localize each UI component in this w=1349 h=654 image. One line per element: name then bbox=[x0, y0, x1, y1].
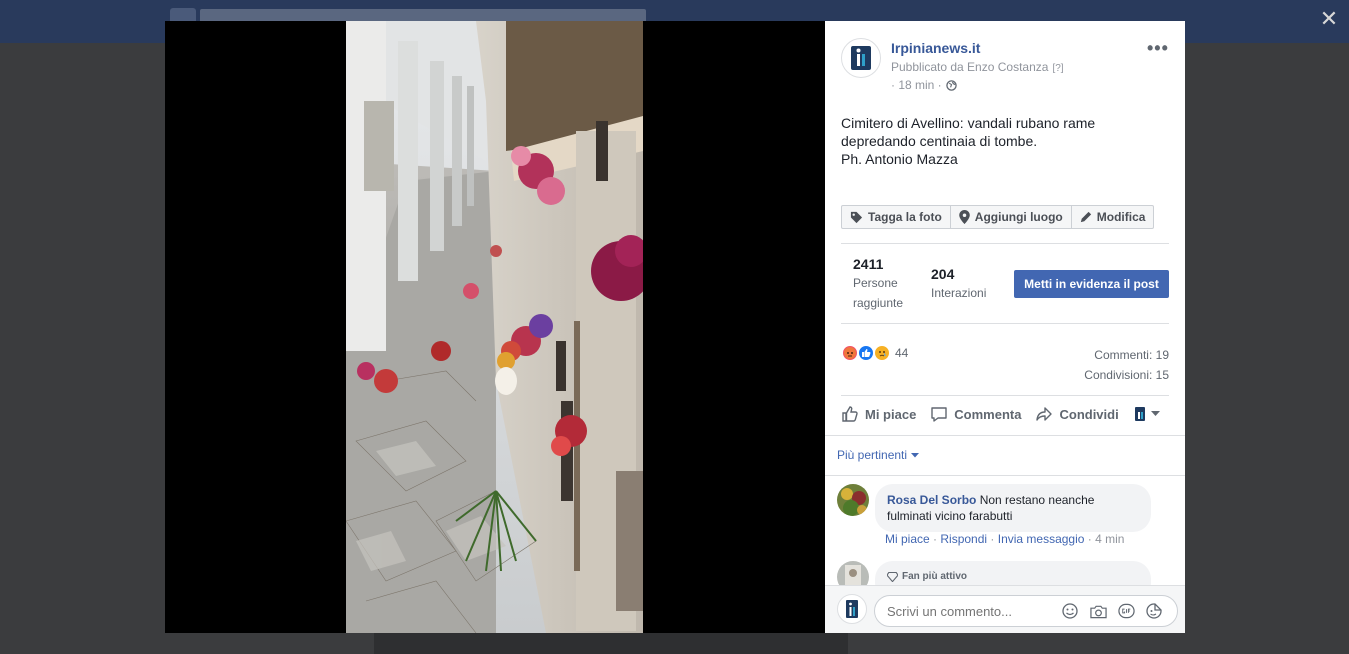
comment-message-link[interactable]: Invia messaggio bbox=[998, 532, 1085, 546]
post-panel: Irpinianews.it Pubblicato da Enzo Costan… bbox=[825, 21, 1185, 633]
close-icon[interactable]: ✕ bbox=[1318, 8, 1340, 30]
add-location-button[interactable]: Aggiungi luogo bbox=[951, 206, 1072, 228]
page-identity-icon bbox=[1134, 407, 1145, 421]
globe-icon[interactable] bbox=[945, 79, 957, 91]
page-identity-selector[interactable] bbox=[1134, 407, 1160, 421]
location-pin-icon bbox=[959, 210, 970, 224]
divider bbox=[825, 435, 1185, 436]
boost-post-button[interactable]: Metti in evidenza il post bbox=[1014, 270, 1169, 298]
reached-label-line-1: Persone bbox=[853, 276, 898, 290]
comment-like-link[interactable]: Mi piace bbox=[885, 532, 930, 546]
divider bbox=[841, 395, 1169, 396]
chevron-down-icon bbox=[1150, 411, 1160, 416]
composer-tools bbox=[1061, 603, 1163, 619]
post-time: · 18 min · bbox=[891, 78, 957, 92]
comment-composer bbox=[825, 585, 1185, 633]
share-label: Condividi bbox=[1059, 406, 1119, 422]
camera-icon[interactable] bbox=[1089, 603, 1107, 619]
interactions-count: 204 bbox=[931, 266, 955, 282]
share-arrow-icon bbox=[1036, 407, 1053, 421]
tag-photo-label: Tagga la foto bbox=[868, 210, 942, 224]
interactions-label: Interazioni bbox=[931, 286, 987, 300]
chevron-down-icon bbox=[911, 452, 920, 457]
avatar[interactable] bbox=[837, 484, 869, 516]
divider bbox=[825, 475, 1185, 476]
page-avatar[interactable] bbox=[841, 38, 881, 78]
post-photo bbox=[346, 21, 643, 633]
reached-count: 2411 bbox=[853, 256, 884, 272]
help-link[interactable]: [?] bbox=[1052, 63, 1063, 74]
comment-author-link[interactable]: Rosa Del Sorbo bbox=[887, 493, 976, 507]
shares-count-link[interactable]: Condivisioni: 15 bbox=[1084, 365, 1169, 385]
caption-line: Ph. Antonio Mazza bbox=[841, 151, 958, 167]
tag-photo-button[interactable]: Tagga la foto bbox=[842, 206, 951, 228]
gif-icon[interactable] bbox=[1117, 603, 1135, 619]
post-caption: Cimitero di Avellino: vandali rubano ram… bbox=[841, 114, 1161, 168]
comment-filter-label: Più pertinenti bbox=[837, 448, 908, 462]
emoji-icon[interactable] bbox=[1061, 603, 1079, 619]
caption-line: Cimitero di Avellino: vandali rubano ram… bbox=[841, 115, 1096, 131]
comment-time: 4 min bbox=[1095, 532, 1125, 546]
irpinianews-logo-icon bbox=[846, 600, 858, 618]
comment-bubble: Rosa Del Sorbo Non restano neanche fulmi… bbox=[875, 484, 1151, 532]
comment-meta: Mi piace · Rispondi · Invia messaggio · … bbox=[885, 532, 1125, 546]
add-location-label: Aggiungi luogo bbox=[974, 210, 1063, 224]
thumbs-up-icon bbox=[842, 406, 858, 422]
comment-reply-link[interactable]: Rispondi bbox=[940, 532, 987, 546]
diamond-icon bbox=[887, 572, 898, 582]
background-feed-strip bbox=[374, 633, 848, 654]
share-button[interactable]: Condividi bbox=[1035, 405, 1119, 423]
page-name-link[interactable]: Irpinianews.it bbox=[891, 40, 980, 56]
comment-label: Commenta bbox=[954, 406, 1022, 422]
published-by: Pubblicato da Enzo Costanza [?] bbox=[891, 60, 1064, 74]
divider bbox=[841, 323, 1169, 324]
like-button[interactable]: Mi piace bbox=[841, 405, 916, 423]
top-fan-badge: Fan più attivo bbox=[887, 569, 1139, 585]
sad-reaction-icon bbox=[873, 344, 891, 362]
edit-label: Modifica bbox=[1096, 210, 1146, 224]
like-label: Mi piace bbox=[865, 406, 917, 422]
post-time-text[interactable]: · 18 min · bbox=[891, 78, 942, 92]
top-fan-label: Fan più attivo bbox=[902, 571, 967, 582]
published-by-text: Pubblicato da Enzo Costanza bbox=[891, 60, 1049, 74]
divider bbox=[841, 243, 1169, 244]
pencil-icon bbox=[1080, 211, 1091, 223]
engagement-counts: Commenti: 19 Condivisioni: 15 bbox=[1084, 345, 1169, 385]
reactions-summary[interactable]: 44 bbox=[841, 344, 908, 362]
composer-avatar bbox=[837, 594, 867, 624]
reached-label-line-2: raggiunte bbox=[853, 296, 904, 310]
comment-bubble-icon bbox=[931, 407, 947, 422]
photo-viewer[interactable] bbox=[165, 21, 825, 633]
irpinianews-logo-icon bbox=[851, 46, 871, 70]
edit-button[interactable]: Modifica bbox=[1072, 206, 1154, 228]
comments-count-link[interactable]: Commenti: 19 bbox=[1084, 345, 1169, 365]
photo-actions: Tagga la foto Aggiungi luogo Modifica bbox=[841, 205, 1155, 229]
comment-filter-dropdown[interactable]: Più pertinenti bbox=[837, 448, 920, 462]
comment-button[interactable]: Commenta bbox=[930, 405, 1021, 423]
tag-icon bbox=[850, 211, 863, 223]
post-action-bar: Mi piace Commenta Condividi bbox=[841, 405, 1169, 423]
reactions-count: 44 bbox=[895, 346, 909, 360]
more-options-icon[interactable]: ••• bbox=[1147, 38, 1169, 59]
sticker-icon[interactable] bbox=[1145, 603, 1163, 619]
caption-line: depredando centinaia di tombe. bbox=[841, 133, 1038, 149]
